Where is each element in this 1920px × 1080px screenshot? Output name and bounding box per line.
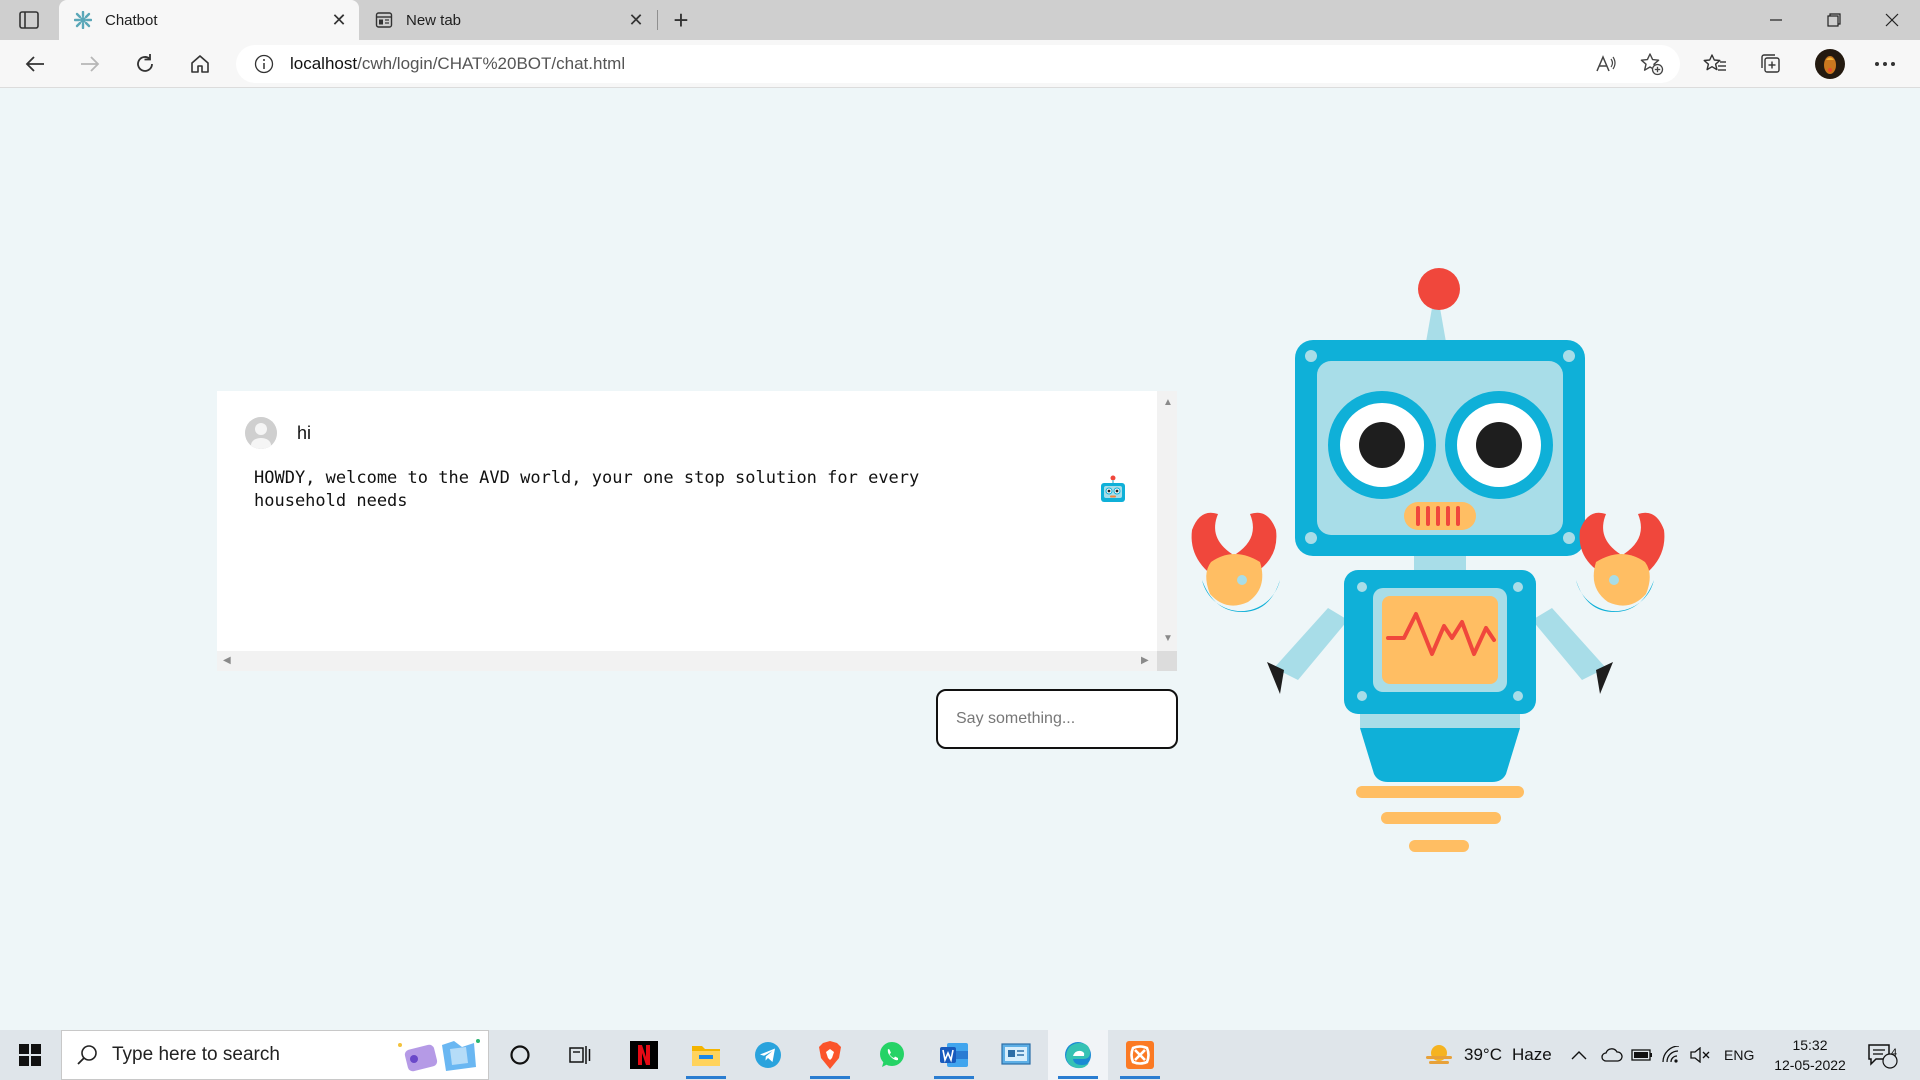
tab-title: Chatbot	[105, 11, 158, 29]
site-info-icon[interactable]	[254, 54, 274, 74]
show-hidden-icons-chevron-icon[interactable]	[1571, 1030, 1587, 1080]
back-arrow-icon[interactable]	[18, 47, 52, 81]
clock-time: 15:32	[1792, 1037, 1828, 1053]
bot-avatar-icon	[1098, 475, 1128, 505]
tab-separator	[657, 10, 658, 30]
user-message-text: hi	[297, 422, 312, 443]
whatsapp-icon[interactable]	[862, 1030, 922, 1080]
telegram-icon[interactable]	[738, 1030, 798, 1080]
xampp-icon[interactable]	[1110, 1030, 1170, 1080]
search-icon	[76, 1044, 98, 1066]
tab-new-tab[interactable]: New tab ✕	[360, 0, 656, 40]
weather-description: Haze	[1511, 1045, 1552, 1064]
refresh-icon[interactable]	[128, 47, 162, 81]
user-message-row: hi	[245, 417, 311, 449]
user-avatar-icon	[245, 417, 277, 449]
close-tab-icon[interactable]: ✕	[325, 6, 353, 34]
browser-toolbar: localhost/cwh/login/CHAT%20BOT/chat.html	[0, 40, 1920, 88]
profile-avatar[interactable]	[1813, 47, 1847, 81]
minimize-icon[interactable]	[1748, 0, 1804, 40]
address-bar[interactable]: localhost/cwh/login/CHAT%20BOT/chat.html	[236, 45, 1680, 83]
tab-actions-button[interactable]	[14, 8, 44, 32]
chat-vertical-scrollbar[interactable]: ▲ ▼	[1157, 391, 1177, 651]
scrollbar-corner	[1157, 651, 1177, 671]
windows-start-icon[interactable]	[0, 1030, 60, 1080]
microsoft-edge-icon[interactable]	[1048, 1030, 1108, 1080]
tab-title: New tab	[406, 11, 462, 29]
battery-icon[interactable]	[1631, 1030, 1653, 1080]
input-language[interactable]: ENG	[1724, 1030, 1754, 1080]
weather-widget[interactable]: 39°C Haze	[1424, 1030, 1552, 1080]
message-input[interactable]	[936, 689, 1178, 749]
taskbar-search-box[interactable]: Type here to search	[61, 1030, 489, 1080]
add-favorite-icon[interactable]	[1637, 49, 1667, 79]
task-view-icon[interactable]	[550, 1030, 610, 1080]
url-path: /cwh/login/CHAT%20BOT/chat.html	[357, 54, 626, 73]
control-panel-icon[interactable]	[986, 1030, 1046, 1080]
url-host: localhost	[290, 54, 358, 73]
taskbar-clock[interactable]: 15:32 12-05-2022	[1765, 1035, 1855, 1075]
chat-box[interactable]: hi HOWDY, welcome to the AVD world, your…	[217, 391, 1177, 671]
scroll-down-arrow-icon[interactable]: ▼	[1163, 633, 1173, 644]
new-tab-plus-icon[interactable]: +	[665, 4, 697, 36]
scroll-right-arrow-icon[interactable]: ▶	[1141, 655, 1149, 666]
home-icon[interactable]	[183, 47, 217, 81]
new-tab-favicon-icon	[374, 10, 394, 30]
scroll-left-arrow-icon[interactable]: ◀	[223, 655, 231, 666]
weather-haze-icon	[1426, 1045, 1452, 1064]
cortana-icon[interactable]	[490, 1030, 550, 1080]
onedrive-cloud-icon[interactable]	[1601, 1030, 1623, 1080]
tab-chatbot[interactable]: Chatbot ✕	[59, 0, 359, 40]
taskbar-search-placeholder: Type here to search	[112, 1044, 280, 1065]
favorites-icon[interactable]	[1700, 49, 1730, 79]
browser-tab-bar: Chatbot ✕ New tab ✕ +	[0, 0, 1920, 40]
wifi-icon[interactable]	[1661, 1030, 1681, 1080]
brave-browser-icon[interactable]	[800, 1030, 860, 1080]
url-text: localhost/cwh/login/CHAT%20BOT/chat.html	[290, 54, 625, 74]
notification-count-badge: 4	[1890, 1047, 1898, 1059]
close-tab-icon[interactable]: ✕	[622, 6, 650, 34]
volume-muted-icon[interactable]	[1690, 1030, 1710, 1080]
file-explorer-icon[interactable]	[676, 1030, 736, 1080]
close-window-icon[interactable]	[1864, 0, 1920, 40]
chatbot-favicon-icon	[73, 10, 93, 30]
robot-illustration	[1188, 262, 1698, 862]
chat-horizontal-scrollbar[interactable]: ◀ ▶	[217, 651, 1157, 671]
weather-temperature: 39°C	[1464, 1045, 1502, 1064]
taskbar: Type here to search 39°C Haze ENG 15:32 …	[0, 1030, 1920, 1080]
clock-date: 12-05-2022	[1774, 1057, 1846, 1073]
search-highlight-art-icon	[398, 1039, 480, 1072]
bot-message-text: HOWDY, welcome to the AVD world, your on…	[254, 468, 920, 511]
restore-icon[interactable]	[1806, 0, 1862, 40]
microsoft-word-icon[interactable]	[924, 1030, 984, 1080]
notifications-button[interactable]: 4	[1866, 1030, 1900, 1080]
netflix-icon[interactable]	[614, 1030, 674, 1080]
forward-arrow-icon[interactable]	[73, 47, 107, 81]
scroll-up-arrow-icon[interactable]: ▲	[1163, 397, 1173, 408]
collections-icon[interactable]	[1756, 49, 1786, 79]
tab-actions-icon	[19, 11, 39, 29]
more-options-icon[interactable]	[1870, 49, 1900, 79]
read-aloud-icon[interactable]	[1591, 49, 1621, 79]
